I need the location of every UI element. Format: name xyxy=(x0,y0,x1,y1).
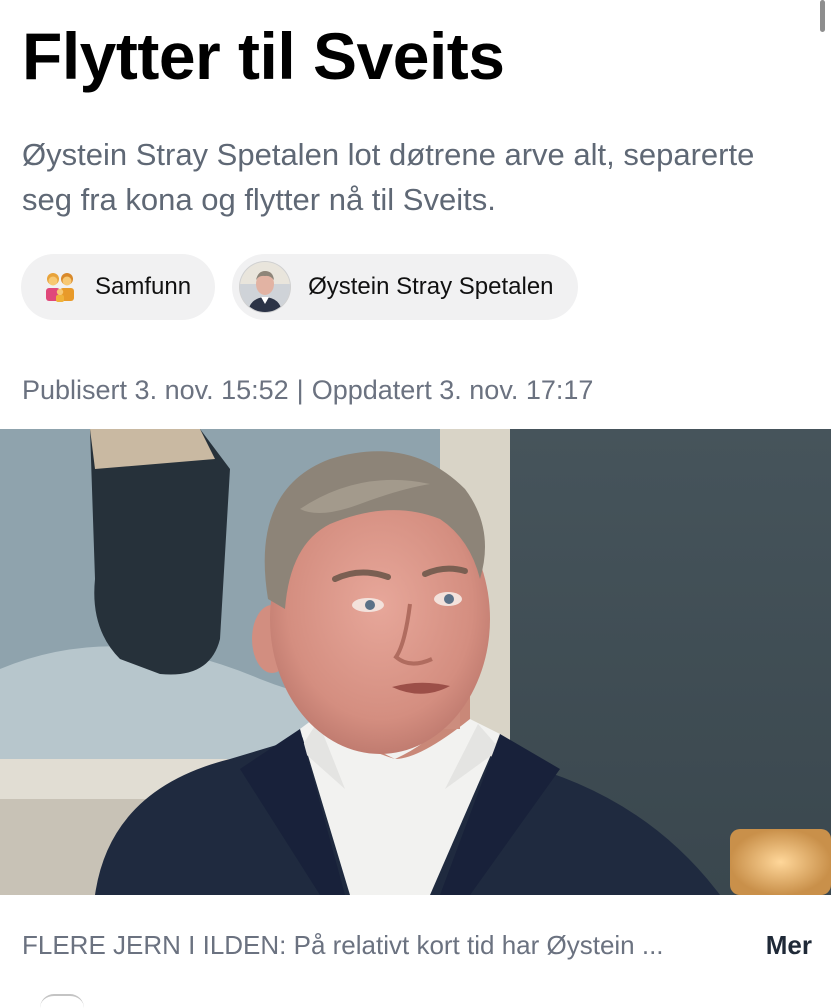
article-timestamps: Publisert 3. nov. 15:52 | Oppdatert 3. nov… xyxy=(22,370,593,410)
article-photo[interactable] xyxy=(0,429,831,895)
tag-label: Øystein Stray Spetalen xyxy=(308,273,554,300)
tag-person[interactable]: Øystein Stray Spetalen xyxy=(232,254,578,320)
article: Flytter til Sveits Øystein Stray Spetale… xyxy=(0,0,831,1000)
article-lead: Øystein Stray Spetalen lot døtrene arve … xyxy=(22,137,755,217)
topic-tags: Samfunn Øystein Stray Spetalen xyxy=(21,254,578,320)
photo-caption: FLERE JERN I ILDEN: På relativt kort tid… xyxy=(22,926,812,964)
tag-label: Samfunn xyxy=(95,273,192,300)
caption-more-link[interactable]: Mer xyxy=(766,926,812,964)
caption-text: FLERE JERN I ILDEN: På relativt kort tid… xyxy=(22,930,664,960)
updated-time: Oppdatert 3. nov. 17:17 xyxy=(311,375,594,405)
timestamp-separator: | xyxy=(296,375,304,405)
article-headline: Flytter til Sveits xyxy=(22,19,505,93)
scroll-indicator[interactable] xyxy=(820,0,825,32)
next-item-peek xyxy=(40,994,84,1008)
tag-samfunn[interactable]: Samfunn xyxy=(21,254,216,320)
published-time: Publisert 3. nov. 15:52 xyxy=(22,375,289,405)
person-avatar xyxy=(240,262,291,312)
family-emoji-icon xyxy=(43,270,77,304)
